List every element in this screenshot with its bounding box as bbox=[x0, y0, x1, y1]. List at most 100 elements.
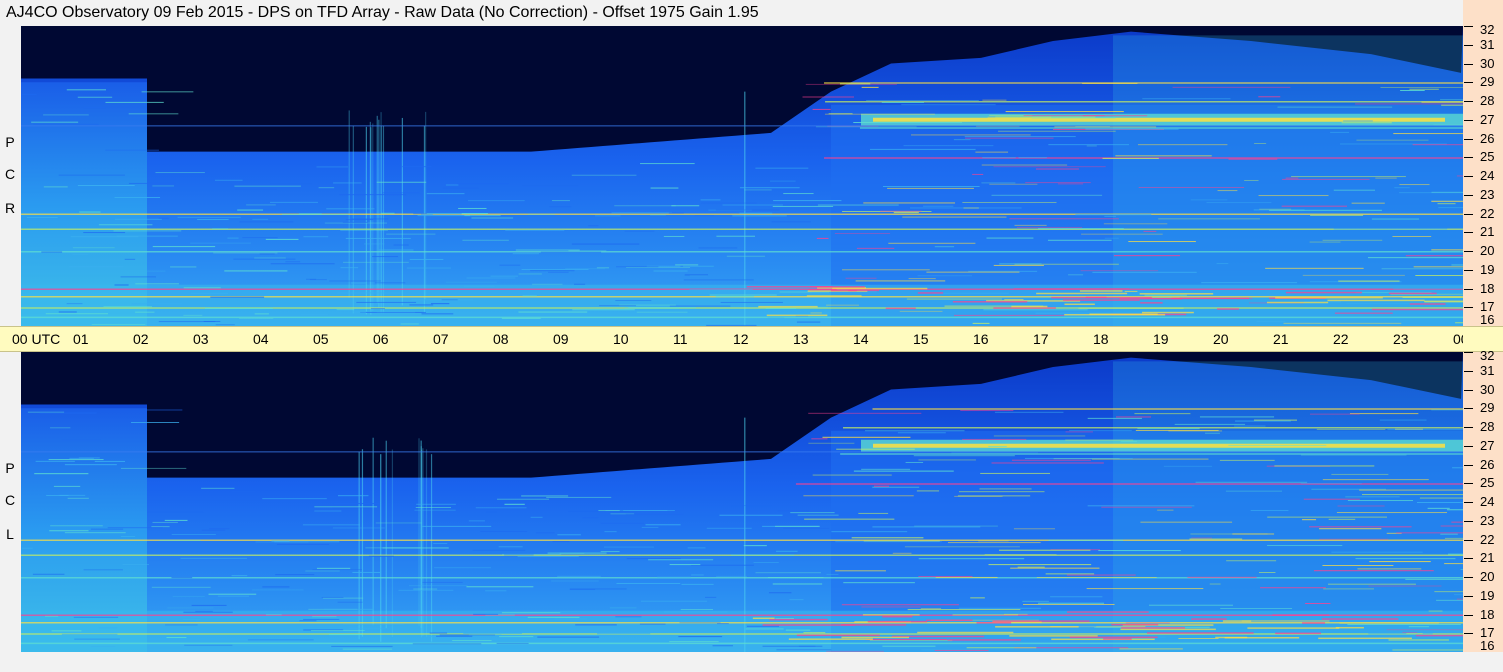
speckle bbox=[947, 542, 1041, 544]
speckle bbox=[1357, 568, 1422, 570]
speckle bbox=[1300, 482, 1362, 484]
speckle bbox=[351, 218, 389, 220]
speckle bbox=[463, 285, 495, 287]
speckle bbox=[518, 273, 542, 275]
interference-streak bbox=[358, 451, 360, 640]
speckle bbox=[400, 323, 419, 325]
speckle bbox=[64, 464, 117, 466]
speckle bbox=[684, 274, 708, 276]
speckle bbox=[812, 108, 831, 110]
rfi-hotspot bbox=[1121, 627, 1186, 629]
freq-tick bbox=[1464, 371, 1473, 372]
speckle bbox=[351, 282, 367, 284]
freq-tick-label: 21 bbox=[1480, 550, 1495, 565]
speckle bbox=[39, 412, 97, 414]
speckle bbox=[356, 301, 417, 303]
speckle bbox=[466, 277, 516, 279]
speckle bbox=[1305, 602, 1331, 604]
speckle bbox=[843, 582, 915, 584]
speckle bbox=[863, 202, 956, 204]
speckle bbox=[978, 540, 1009, 542]
speckle bbox=[1433, 124, 1463, 126]
speckle bbox=[309, 279, 327, 281]
speckle bbox=[303, 236, 329, 238]
speckle bbox=[1440, 533, 1458, 535]
speckle bbox=[1330, 131, 1350, 133]
speckle bbox=[1103, 223, 1168, 225]
speckle bbox=[1137, 428, 1200, 430]
speckle bbox=[274, 541, 340, 543]
speckle bbox=[518, 311, 588, 313]
speckle bbox=[855, 280, 946, 282]
speckle bbox=[1431, 409, 1463, 411]
utc-tick-label: 02 bbox=[133, 331, 149, 347]
speckle bbox=[1086, 145, 1097, 147]
speckle bbox=[1431, 200, 1463, 202]
speckle bbox=[739, 187, 800, 189]
speckle bbox=[43, 114, 89, 116]
speckle bbox=[1387, 429, 1463, 431]
speckle bbox=[1057, 183, 1084, 185]
speckle bbox=[48, 459, 104, 461]
speckle bbox=[908, 278, 936, 280]
speckle bbox=[21, 93, 37, 95]
rfi-hotspot bbox=[1036, 292, 1128, 295]
speckle bbox=[731, 554, 795, 556]
utc-tick-label: 22 bbox=[1333, 331, 1349, 347]
speckle bbox=[866, 100, 979, 102]
speckle bbox=[1322, 239, 1383, 241]
speckle bbox=[802, 96, 854, 98]
rfi-hotspot bbox=[841, 636, 910, 639]
speckle bbox=[1337, 505, 1385, 507]
speckle bbox=[722, 204, 783, 206]
lcp-letter-c: C bbox=[4, 492, 16, 508]
speckle bbox=[669, 564, 701, 566]
speckle bbox=[1047, 239, 1112, 241]
utc-tick-label: 12 bbox=[733, 331, 749, 347]
speckle bbox=[669, 641, 719, 643]
speckle bbox=[893, 212, 919, 214]
speckle bbox=[892, 552, 912, 554]
speckle bbox=[170, 266, 197, 268]
speckle bbox=[934, 246, 955, 248]
rfi-line bbox=[21, 614, 1463, 616]
speckle bbox=[1333, 228, 1448, 230]
speckle bbox=[1355, 103, 1463, 105]
speckle bbox=[462, 239, 509, 241]
speckle bbox=[172, 596, 205, 598]
speckle bbox=[1406, 633, 1423, 635]
speckle bbox=[270, 201, 318, 203]
utc-tick-label: 16 bbox=[973, 331, 989, 347]
speckle bbox=[183, 611, 233, 613]
speckle bbox=[94, 460, 126, 462]
freq-tick-label: 25 bbox=[1480, 149, 1495, 164]
speckle bbox=[1035, 168, 1079, 170]
interference-streak bbox=[385, 440, 387, 629]
speckle bbox=[1260, 587, 1326, 589]
rfi-hotspot bbox=[1051, 638, 1155, 641]
speckle bbox=[743, 545, 767, 547]
speckle bbox=[1234, 425, 1266, 427]
speckle bbox=[128, 182, 176, 184]
speckle bbox=[904, 546, 1020, 548]
speckle bbox=[1206, 202, 1272, 204]
speckle bbox=[917, 275, 973, 277]
speckle bbox=[910, 207, 1022, 209]
speckle bbox=[989, 183, 1038, 185]
speckle bbox=[772, 205, 834, 207]
speckle bbox=[1128, 241, 1196, 243]
speckle bbox=[517, 556, 579, 558]
speckle bbox=[901, 104, 996, 106]
speckle bbox=[1310, 214, 1364, 216]
speckle bbox=[903, 145, 994, 147]
speckle bbox=[1137, 144, 1228, 146]
speckle bbox=[1172, 86, 1291, 88]
speckle bbox=[773, 200, 842, 202]
speckle bbox=[776, 550, 798, 552]
reference-line bbox=[21, 451, 1463, 453]
speckle bbox=[305, 570, 340, 572]
speckle bbox=[683, 279, 754, 281]
speckle bbox=[797, 514, 839, 516]
speckle bbox=[1190, 199, 1228, 201]
speckle bbox=[966, 647, 1037, 649]
